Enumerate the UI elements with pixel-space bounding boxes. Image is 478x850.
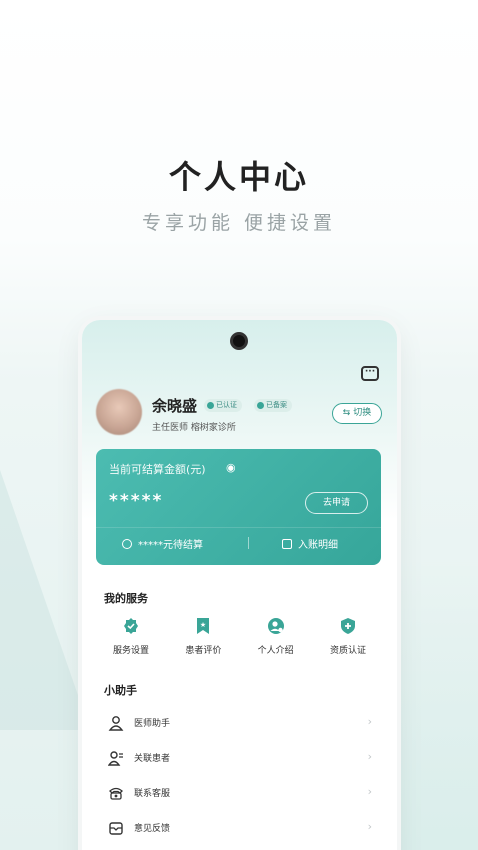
background-shape-left [0,470,90,730]
bookmark-star-icon: ★ [194,617,212,635]
balance-label: 当前可结算金额(元) [109,463,206,476]
account-detail-label: 入账明细 [298,540,338,551]
phone-mockup: ··· 余晓盛 已认证 已备案 主任医师 榕树家诊所 ⇆ 切换 当前可结算金额(… [82,320,397,850]
pending-settlement-label: *****元待结算 [138,540,203,551]
phone-icon [108,785,124,801]
certified-badge: 已认证 [204,399,242,412]
switch-button[interactable]: ⇆ 切换 [332,403,382,424]
helper-item-doctor-assistant[interactable]: 医师助手 › [108,705,372,740]
helper-list: 医师助手 › 关联患者 › 联系客服 › 意见反馈 › [108,705,372,845]
receipt-icon [282,538,292,549]
services-title: 我的服务 [104,592,148,605]
helper-item-linked-patients[interactable]: 关联患者 › [108,740,372,775]
service-qualification[interactable]: 资质认证 [313,617,383,656]
filed-badge: 已备案 [254,399,292,412]
eye-icon[interactable]: ◉ [226,461,236,474]
apply-button[interactable]: 去申请 [305,492,368,514]
account-detail-link[interactable]: 入账明细 [282,536,338,551]
camera-hole [230,332,248,350]
chevron-right-icon: › [367,750,372,763]
shield-plus-icon [339,617,357,635]
service-settings[interactable]: 服务设置 [96,617,166,656]
promo-subline: 专享功能 便捷设置 [141,212,337,234]
service-personal-intro[interactable]: 个人介绍 [241,617,311,656]
services-grid: 服务设置 ★ 患者评价 个人介绍 资质认证 [96,617,383,656]
balance-card: 当前可结算金额(元) ◉ ***** 去申请 *****元待结算 入账明细 [96,449,381,565]
background-shape-right [398,560,478,850]
doctor-name: 余晓盛 [152,397,198,415]
profile-icon [267,617,285,635]
chevron-right-icon: › [367,785,372,798]
promo-headline: 个人中心 [168,158,309,196]
coin-icon [122,538,132,549]
check-shield-icon [207,402,214,409]
doctor-title: 主任医师 榕树家诊所 [152,423,236,433]
card-divider [96,527,381,528]
chevron-right-icon: › [367,715,372,728]
message-icon[interactable]: ··· [361,366,379,381]
users-link-icon [108,750,124,766]
card-separator [248,537,249,549]
balance-amount: ***** [109,491,164,511]
envelope-icon [108,820,124,836]
helper-title: 小助手 [104,684,137,697]
user-outline-icon [108,715,124,731]
pending-settlement-link[interactable]: *****元待结算 [122,536,203,551]
helper-item-feedback[interactable]: 意见反馈 › [108,810,372,845]
settings-badge-icon [122,617,140,635]
check-shield-icon [257,402,264,409]
helper-item-customer-service[interactable]: 联系客服 › [108,775,372,810]
service-patient-reviews[interactable]: ★ 患者评价 [168,617,238,656]
avatar[interactable] [96,389,142,435]
chevron-right-icon: › [367,820,372,833]
svg-text:★: ★ [200,621,206,629]
